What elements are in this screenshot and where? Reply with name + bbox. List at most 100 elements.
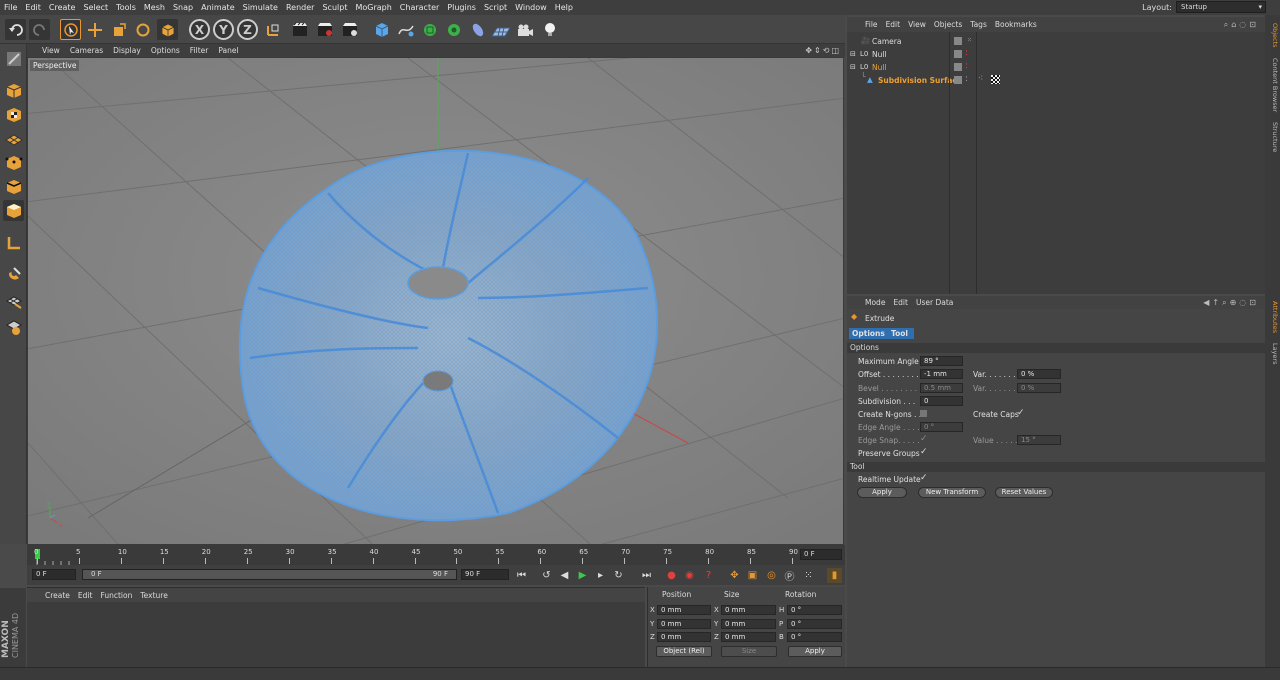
array-object-icon[interactable] <box>443 19 464 40</box>
axis-z-lock-icon[interactable]: Z <box>237 19 258 40</box>
render-dot-icon[interactable]: : <box>965 48 968 58</box>
var1-field[interactable]: 0 % <box>1017 369 1061 379</box>
coords-mode-dropdown[interactable]: Object (Rel) <box>656 646 712 657</box>
key-param-icon[interactable]: Ⓟ <box>782 568 797 583</box>
next-key-icon[interactable]: ↻ <box>611 568 626 583</box>
menu-simulate[interactable]: Simulate <box>239 0 282 15</box>
layout-dropdown[interactable]: Startup <box>1176 1 1266 13</box>
subdivision-field[interactable]: 0 <box>920 396 963 406</box>
viewport-menu-cameras[interactable]: Cameras <box>65 46 108 55</box>
texture-tag-icon[interactable] <box>991 75 1000 84</box>
tab-options[interactable]: Options <box>849 328 888 339</box>
menu-plugins[interactable]: Plugins <box>443 0 480 15</box>
rotate-tool-icon[interactable] <box>132 19 153 40</box>
viewport-menu-display[interactable]: Display <box>108 46 146 55</box>
render-settings-icon[interactable] <box>340 19 361 40</box>
size-y-field[interactable]: 0 mm <box>721 619 776 629</box>
menu-snap[interactable]: Snap <box>169 0 197 15</box>
var2-field[interactable]: 0 % <box>1017 383 1061 393</box>
obj-menu-bookmarks[interactable]: Bookmarks <box>991 20 1041 29</box>
new-transform-button[interactable]: New Transform <box>918 487 986 498</box>
viewport-menu-options[interactable]: Options <box>146 46 185 55</box>
key-scale-icon[interactable]: ▣ <box>745 568 760 583</box>
visibility-toggle-icon[interactable] <box>954 63 962 71</box>
create-caps-checkbox[interactable]: ✓ <box>1017 408 1025 418</box>
model-mode-icon[interactable] <box>3 80 24 101</box>
obj-menu-tags[interactable]: Tags <box>966 20 991 29</box>
key-pla-icon[interactable]: ⁙ <box>801 568 816 583</box>
obj-menu-edit[interactable]: Edit <box>882 20 905 29</box>
step-back-icon[interactable]: ◀ <box>557 568 572 583</box>
make-editable-icon[interactable] <box>3 48 24 69</box>
tab-layers[interactable]: Layers <box>1266 341 1279 367</box>
render-toggle-icon[interactable]: ⁙ <box>967 37 972 44</box>
rot-p-field[interactable]: 0 ° <box>787 619 842 629</box>
light-bulb-icon[interactable] <box>539 19 560 40</box>
viewport-menu-filter[interactable]: Filter <box>185 46 214 55</box>
edges-mode-icon[interactable] <box>3 176 24 197</box>
current-frame-field[interactable]: 0 F <box>800 549 842 560</box>
render-dot-icon[interactable]: : <box>965 61 968 71</box>
select-tool-icon[interactable] <box>60 19 81 40</box>
range-slider[interactable]: 0 F 90 F <box>82 569 457 580</box>
tag-icon[interactable]: ⁖ <box>978 74 983 84</box>
menu-character[interactable]: Character <box>396 0 444 15</box>
reset-values-button[interactable]: Reset Values <box>995 487 1053 498</box>
menu-animate[interactable]: Animate <box>197 0 239 15</box>
workplane-mode-icon[interactable] <box>3 128 24 149</box>
coords-apply-button[interactable]: Apply <box>788 646 842 657</box>
start-frame-field[interactable]: 0 F <box>32 569 76 580</box>
timeline-window-icon[interactable]: ▮ <box>827 568 842 583</box>
obj-menu-objects[interactable]: Objects <box>930 20 966 29</box>
key-position-icon[interactable]: ✥ <box>727 568 742 583</box>
realtime-update-checkbox[interactable]: ✓ <box>920 473 928 483</box>
deformer-icon[interactable] <box>467 19 488 40</box>
tab-structure[interactable]: Structure <box>1266 119 1279 155</box>
go-to-start-icon[interactable]: ⏮ <box>514 568 529 583</box>
menu-create[interactable]: Create <box>45 0 80 15</box>
rot-h-field[interactable]: 0 ° <box>787 605 842 615</box>
menu-file[interactable]: File <box>0 0 21 15</box>
maximum-angle-field[interactable]: 89 ° <box>920 356 963 366</box>
coords-size-dropdown[interactable]: Size <box>721 646 777 657</box>
scale-tool-icon[interactable] <box>108 19 129 40</box>
viewport-menu-view[interactable]: View <box>37 46 65 55</box>
coordinate-system-icon[interactable] <box>262 19 283 40</box>
create-ngons-checkbox[interactable] <box>920 410 927 417</box>
obj-menu-file[interactable]: File <box>861 20 882 29</box>
edge-angle-field[interactable]: 0 ° <box>920 422 963 432</box>
model-mode-icon[interactable] <box>157 19 178 40</box>
obj-search-home-icons[interactable]: ⌕⌂◌⊡ <box>1224 20 1265 30</box>
tab-content-browser[interactable]: Content Browser <box>1266 55 1279 115</box>
step-forward-icon[interactable]: ▸ <box>593 568 608 583</box>
undo-icon[interactable] <box>5 19 26 40</box>
timeline-ruler[interactable]: 0 5 10 15 20 25 30 35 40 45 50 55 60 65 70 75 80 85 90 0 F <box>27 545 845 565</box>
menu-help[interactable]: Help <box>551 0 577 15</box>
subdivision-surface-icon[interactable] <box>419 19 440 40</box>
menu-render[interactable]: Render <box>282 0 318 15</box>
value-field[interactable]: 15 ° <box>1017 435 1061 445</box>
texture-mode-icon[interactable] <box>3 104 24 125</box>
go-to-end-icon[interactable]: ⏭ <box>639 568 654 583</box>
render-view-icon[interactable] <box>290 19 311 40</box>
autokey-icon[interactable]: ◉ <box>682 568 697 583</box>
render-dot-icon[interactable]: : <box>965 74 968 84</box>
pos-x-field[interactable]: 0 mm <box>657 605 711 615</box>
offset-field[interactable]: -1 mm <box>920 369 963 379</box>
attr-menu-edit[interactable]: Edit <box>889 298 912 307</box>
redo-icon[interactable] <box>29 19 50 40</box>
axis-mode-icon[interactable] <box>3 232 24 253</box>
visibility-toggle-icon[interactable] <box>954 37 962 45</box>
material-menu-function[interactable]: Function <box>96 591 136 600</box>
material-menu-create[interactable]: Create <box>41 591 74 600</box>
axis-x-lock-icon[interactable]: X <box>189 19 210 40</box>
cube-object-icon[interactable] <box>371 19 392 40</box>
record-icon[interactable]: ● <box>664 568 679 583</box>
snap-magnet-icon[interactable] <box>3 263 24 284</box>
move-tool-icon[interactable] <box>84 19 105 40</box>
polygons-mode-icon[interactable] <box>3 200 24 221</box>
expand-toggle-icon[interactable]: ⊟ <box>850 50 856 58</box>
workplane-lock-icon[interactable] <box>3 290 24 311</box>
solo-mode-icon[interactable] <box>3 316 24 337</box>
render-picture-viewer-icon[interactable] <box>315 19 336 40</box>
